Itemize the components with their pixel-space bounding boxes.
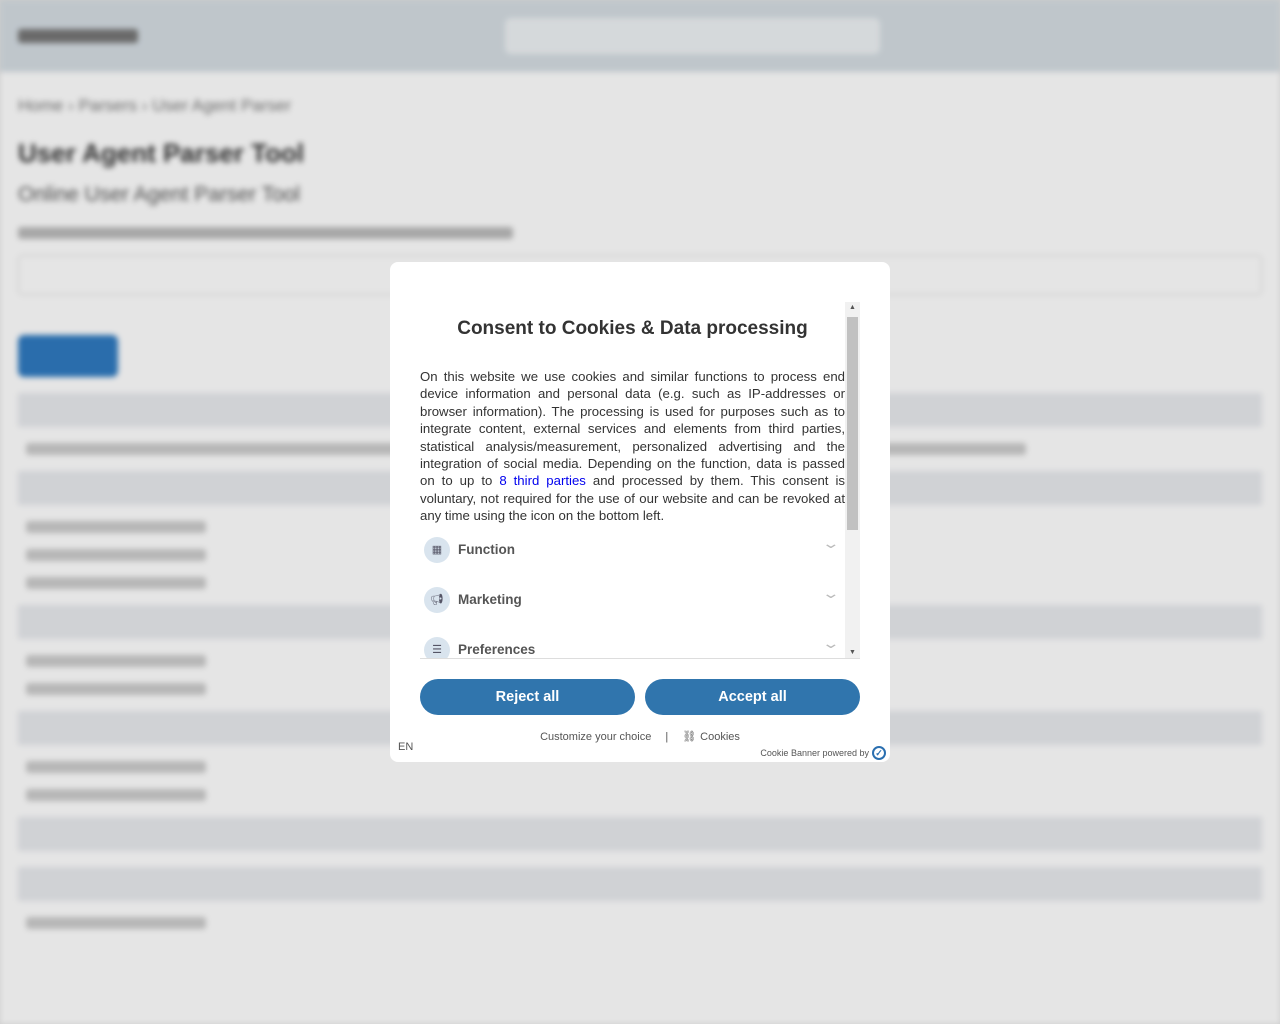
scrollbar-thumb[interactable] (847, 317, 858, 530)
cookie-consent-dialog: Consent to Cookies & Data processing On … (390, 262, 890, 762)
consent-text: On this website we use cookies and simil… (420, 368, 845, 525)
category-label: Preferences (458, 642, 536, 658)
footer-links: Customize your choice | ⛓ Cookies (390, 730, 890, 743)
consent-scroll-area: Consent to Cookies & Data processing On … (420, 302, 860, 659)
category-label: Function (458, 542, 515, 558)
reject-all-button[interactable]: Reject all (420, 679, 635, 715)
scroll-up-icon[interactable]: ▲ (849, 304, 856, 311)
chevron-down-icon[interactable]: ⌄ (822, 635, 841, 652)
sliders-icon: ☰ (424, 636, 450, 658)
scrollbar[interactable]: ▲ ▼ (845, 302, 860, 658)
link-icon: ⛓ (682, 731, 697, 743)
grid-icon: ▦ (424, 536, 450, 563)
consent-title: Consent to Cookies & Data processing (457, 318, 808, 339)
checkmark-logo-icon: ✓ (872, 746, 886, 760)
category-marketing[interactable]: 📢︎ Marketing ⌄ (420, 575, 845, 625)
chevron-down-icon[interactable]: ⌄ (822, 585, 841, 602)
separator: | (665, 731, 669, 743)
cookies-link[interactable]: ⛓ Cookies (682, 731, 740, 743)
scroll-down-icon[interactable]: ▼ (849, 649, 856, 656)
category-function[interactable]: ▦ Function ⌄ (420, 525, 845, 575)
third-parties-link[interactable]: 8 third parties (499, 473, 586, 488)
megaphone-icon: 📢︎ (424, 586, 450, 613)
text-part: On this website we use cookies and simil… (420, 369, 845, 489)
cookies-label: Cookies (700, 731, 740, 743)
customize-link[interactable]: Customize your choice (540, 731, 651, 743)
powered-by-text: Cookie Banner powered by (760, 748, 869, 758)
chevron-down-icon[interactable]: ⌄ (822, 535, 841, 552)
powered-by: Cookie Banner powered by ✓ (760, 746, 886, 760)
accept-all-button[interactable]: Accept all (645, 679, 860, 715)
language-selector[interactable]: EN (398, 741, 413, 753)
category-preferences[interactable]: ☰ Preferences ⌄ (420, 625, 845, 658)
category-label: Marketing (458, 592, 522, 608)
